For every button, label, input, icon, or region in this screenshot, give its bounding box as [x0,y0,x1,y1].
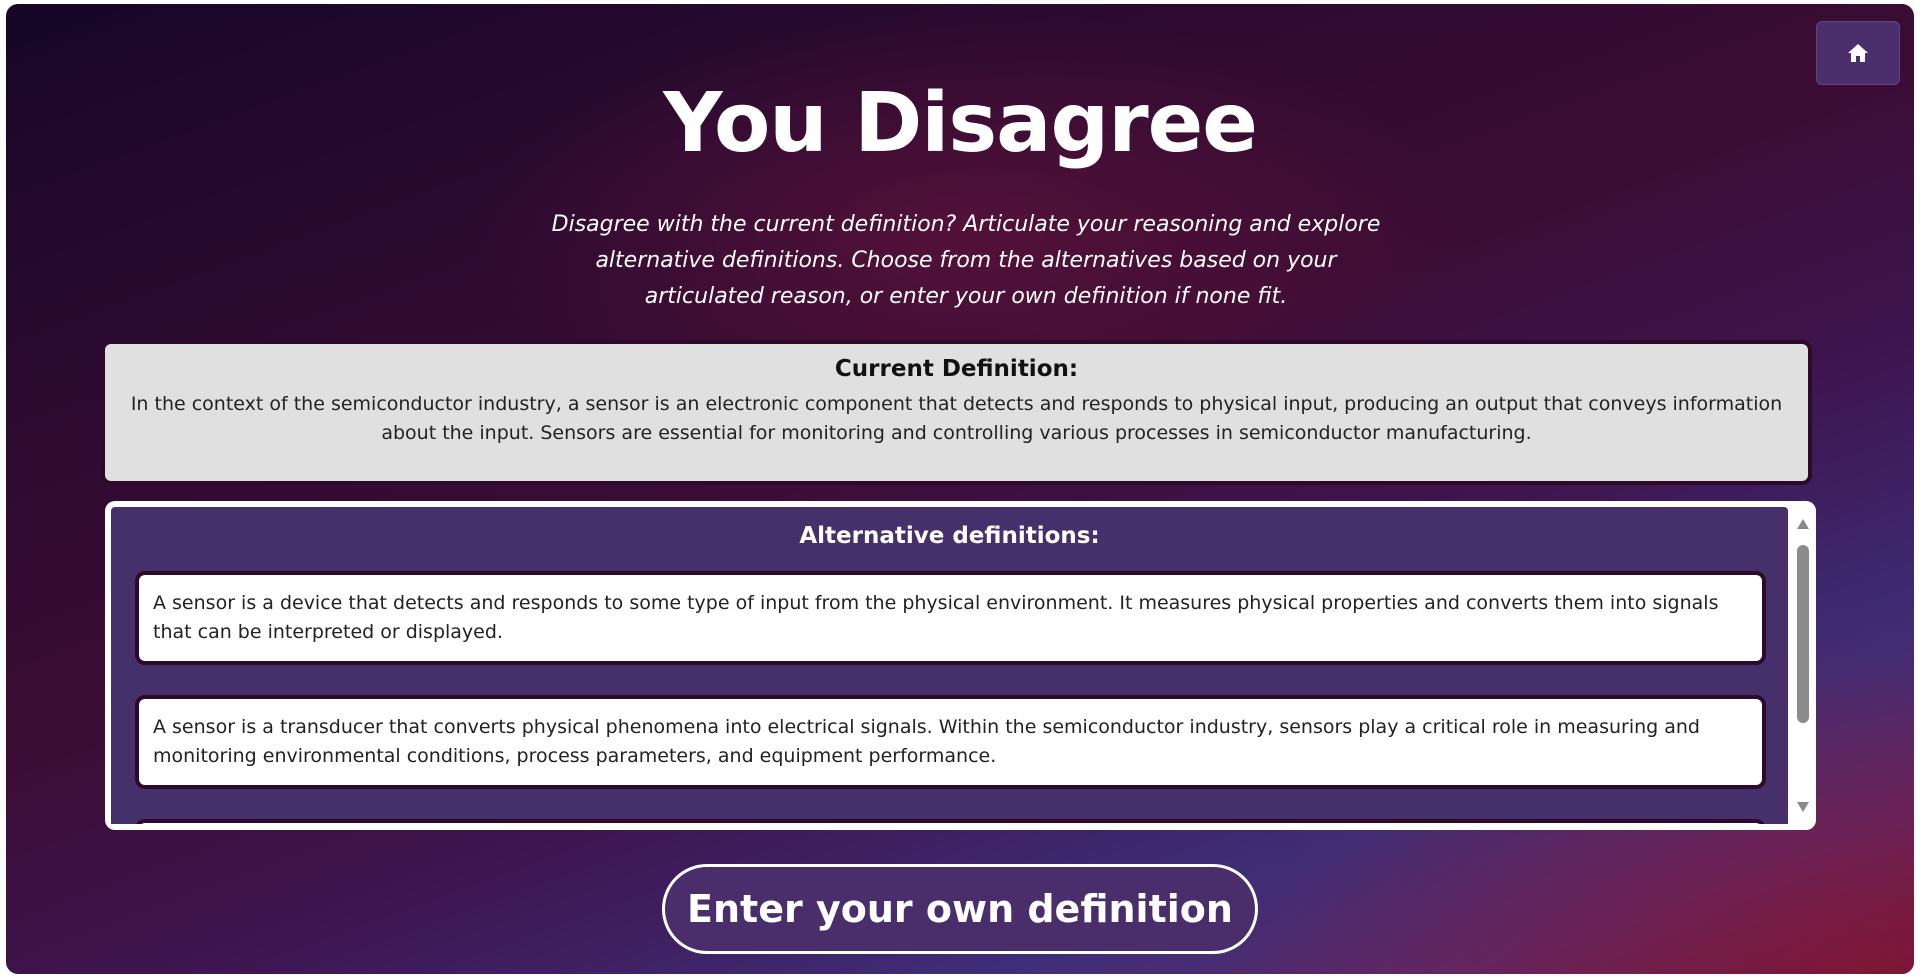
current-definition-panel: Current Definition: In the context of th… [101,340,1812,485]
enter-own-definition-button[interactable]: Enter your own definition [662,864,1258,954]
alternative-definition-option[interactable] [135,819,1766,824]
current-definition-heading: Current Definition: [834,356,1079,382]
scroll-down-arrow-icon[interactable] [1797,802,1809,812]
scrollbar-thumb[interactable] [1797,545,1809,723]
alternative-definition-option[interactable]: A sensor is a device that detects and re… [135,571,1766,665]
page-subtitle: Disagree with the current definition? Ar… [551,212,1381,309]
alternative-definitions-heading: Alternative definitions: [799,523,1100,549]
scrollbar[interactable] [1794,509,1812,822]
alternative-definition-option[interactable]: A sensor is a transducer that converts p… [135,695,1766,789]
current-definition-text: In the context of the semiconductor indu… [130,393,1783,444]
alternative-definitions-scroll-area[interactable]: Alternative definitions: A sensor is a d… [111,507,1788,824]
alternative-definitions-list: A sensor is a device that detects and re… [135,571,1766,824]
page-title: You Disagree [663,76,1258,171]
scroll-up-arrow-icon[interactable] [1797,519,1809,529]
alternative-definitions-panel: Alternative definitions: A sensor is a d… [105,501,1816,830]
home-icon [1848,44,1868,62]
